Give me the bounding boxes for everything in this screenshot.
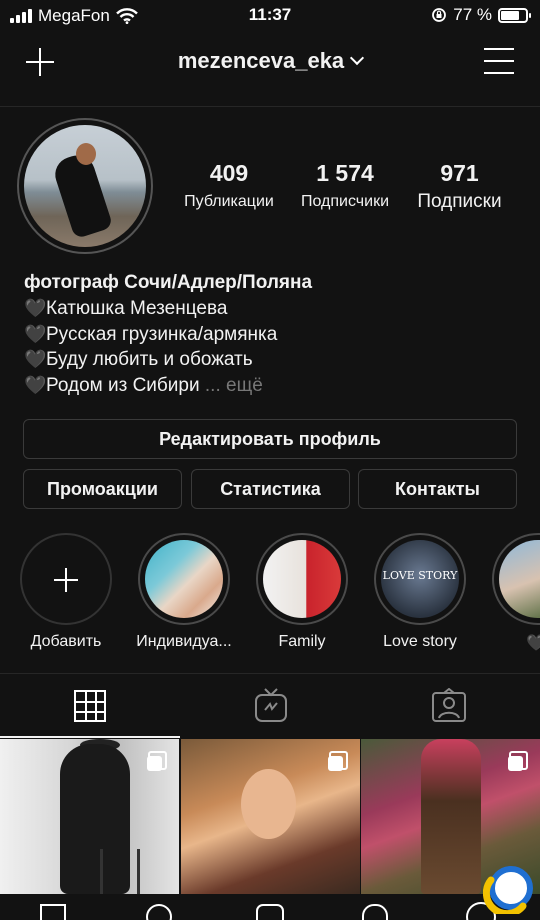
- username-label: mezenceva_eka: [177, 48, 345, 73]
- highlight-family[interactable]: Family: [252, 533, 352, 651]
- bio-name: фотограф Сочи/Адлер/Поляна: [24, 272, 313, 293]
- bio-line-text: Родом из Сибири: [46, 375, 200, 397]
- activity-heart-icon[interactable]: [362, 904, 388, 920]
- status-right: 77 %: [431, 5, 531, 25]
- avatar-image: [24, 125, 146, 247]
- edit-profile-button[interactable]: Редактировать профиль: [23, 419, 517, 459]
- bio-line-text: Катюшка Мезенцева: [46, 297, 228, 319]
- black-heart-icon: 🖤: [24, 323, 47, 344]
- add-post-icon[interactable]: [256, 904, 284, 920]
- insights-button[interactable]: Статистика: [191, 469, 350, 509]
- stat-label: Публикации: [184, 193, 274, 210]
- black-heart-icon: 🖤: [24, 375, 47, 396]
- account-switcher[interactable]: mezenceva_eka: [0, 48, 540, 74]
- carousel-icon: [328, 751, 348, 771]
- profile-header: mezenceva_eka: [0, 38, 540, 86]
- battery-icon: [498, 7, 531, 23]
- stat-value: 1 574: [316, 160, 374, 186]
- highlight-individual[interactable]: Индивидуа...: [134, 533, 234, 651]
- search-icon[interactable]: [146, 904, 172, 920]
- tab-grid[interactable]: [0, 676, 180, 736]
- stat-followers[interactable]: 1 574 Подписчики: [290, 160, 400, 211]
- stat-label: Подписчики: [300, 193, 389, 210]
- profile-bio: фотограф Сочи/Адлер/Поляна 🖤Катюшка Мезе…: [24, 270, 524, 399]
- hamburger-menu-icon[interactable]: [484, 48, 514, 74]
- battery-percent: 77 %: [453, 5, 492, 24]
- contacts-button[interactable]: Контакты: [358, 469, 517, 509]
- home-icon[interactable]: [40, 904, 66, 920]
- bio-more-link[interactable]: ... ещё: [205, 375, 263, 396]
- igtv-icon: [255, 688, 287, 722]
- highlight-cover-text: LOVE STORY: [382, 569, 458, 582]
- promotions-button[interactable]: Промоакции: [23, 469, 182, 509]
- orientation-lock-icon: [432, 8, 447, 22]
- stat-following[interactable]: 971 Подписки: [402, 160, 517, 213]
- active-tab-indicator: [0, 736, 180, 738]
- highlight-label: 🖤: [526, 635, 540, 652]
- profile-avatar[interactable]: [17, 118, 153, 254]
- bio-line: 🖤Русская грузинка/армянка: [24, 322, 524, 348]
- carousel-icon: [147, 751, 167, 771]
- highlight-label: Family: [278, 633, 326, 650]
- watermark-logo-icon: [483, 866, 533, 914]
- tabs-divider: [0, 673, 540, 674]
- plus-icon: [20, 533, 112, 625]
- post-thumbnail[interactable]: [0, 739, 179, 894]
- black-heart-icon: 🖤: [24, 349, 47, 370]
- highlight-love-story[interactable]: LOVE STORY Love story: [370, 533, 470, 651]
- highlight-label: Добавить: [30, 633, 102, 650]
- stat-label: Подписки: [417, 191, 502, 212]
- highlight-5[interactable]: 🖤: [492, 533, 540, 653]
- highlight-label: Love story: [383, 633, 457, 650]
- stat-posts[interactable]: 409 Публикации: [170, 160, 288, 211]
- highlight-cover: [263, 540, 341, 618]
- header-divider: [0, 106, 540, 107]
- black-heart-icon: 🖤: [24, 297, 47, 318]
- stat-value: 409: [209, 160, 249, 186]
- bio-line: 🖤Буду любить и обожать: [24, 347, 524, 373]
- grid-icon: [74, 690, 106, 722]
- highlight-cover: [145, 540, 223, 618]
- chevron-down-icon: [350, 50, 365, 66]
- highlight-label: Индивидуа...: [136, 633, 232, 650]
- battery-level: [501, 10, 520, 20]
- bio-line: 🖤Катюшка Мезенцева: [24, 296, 524, 322]
- bio-line-text: Буду любить и обожать: [46, 349, 253, 371]
- stat-value: 971: [440, 160, 479, 186]
- bottom-nav: [0, 894, 540, 920]
- tab-tagged[interactable]: [360, 676, 540, 736]
- bio-line-text: Русская грузинка/армянка: [46, 323, 278, 345]
- carousel-icon: [508, 751, 528, 771]
- status-bar: MegaFon 11:37 77 %: [0, 0, 540, 32]
- tab-igtv[interactable]: [180, 676, 360, 736]
- highlight-add[interactable]: Добавить: [16, 533, 116, 651]
- highlight-cover: LOVE STORY: [381, 540, 459, 618]
- tagged-icon: [432, 688, 466, 722]
- post-thumbnail[interactable]: [181, 739, 360, 894]
- bio-line: 🖤Родом из Сибири ... ещё: [24, 373, 524, 399]
- highlight-cover: [499, 540, 540, 618]
